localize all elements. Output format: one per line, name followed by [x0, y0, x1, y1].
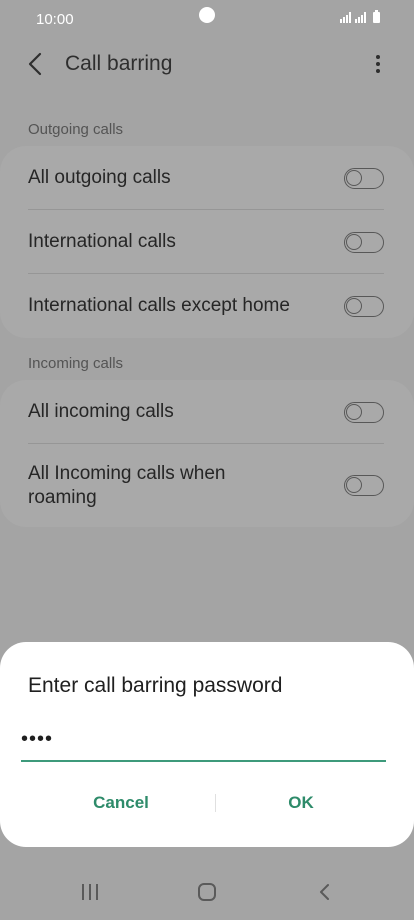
row-international-except-home[interactable]: International calls except home — [0, 274, 414, 338]
toggle-international[interactable] — [344, 231, 384, 253]
chevron-left-icon — [28, 52, 42, 76]
camera-cutout — [199, 7, 215, 23]
row-incoming-roaming[interactable]: All Incoming calls when roaming — [0, 444, 414, 527]
nav-back-icon[interactable] — [315, 882, 335, 902]
toggle-all-outgoing[interactable] — [344, 167, 384, 189]
toggle-knob — [346, 403, 362, 420]
status-icons — [340, 10, 380, 23]
status-bar: 10:00 — [0, 0, 414, 40]
row-all-incoming[interactable]: All incoming calls — [0, 380, 414, 444]
row-label: All Incoming calls when roaming — [28, 462, 226, 508]
toggle-all-incoming[interactable] — [344, 401, 384, 423]
signal-icon — [340, 12, 351, 23]
ok-button[interactable]: OK — [211, 790, 391, 816]
password-dialog: Enter call barring password •••• Cancel … — [0, 642, 414, 847]
status-time: 10:00 — [36, 11, 74, 28]
navigation-bar — [0, 866, 414, 920]
page-title: Call barring — [65, 52, 173, 75]
recents-icon[interactable] — [82, 884, 98, 900]
password-input[interactable]: •••• — [21, 728, 386, 762]
toggle-international-except-home[interactable] — [344, 295, 384, 317]
toggle-incoming-roaming[interactable] — [344, 475, 384, 496]
incoming-card: All incoming calls All Incoming calls wh… — [0, 380, 414, 527]
more-vertical-icon — [376, 55, 380, 73]
signal-icon-2 — [355, 12, 366, 23]
row-label: International calls — [28, 231, 176, 252]
toggle-knob — [346, 477, 362, 493]
row-all-outgoing[interactable]: All outgoing calls — [0, 146, 414, 210]
cancel-button[interactable]: Cancel — [31, 790, 211, 816]
dialog-title: Enter call barring password — [28, 674, 283, 697]
outgoing-card: All outgoing calls International calls I… — [0, 146, 414, 338]
dialog-buttons: Cancel OK — [0, 790, 414, 820]
section-header-incoming: Incoming calls — [28, 355, 124, 372]
section-header-outgoing: Outgoing calls — [28, 121, 124, 138]
row-label: All outgoing calls — [28, 167, 171, 188]
row-international[interactable]: International calls — [0, 210, 414, 274]
more-options-button[interactable] — [368, 52, 388, 78]
toggle-knob — [346, 233, 362, 250]
row-label: All incoming calls — [28, 401, 174, 422]
toggle-knob — [346, 169, 362, 186]
home-icon[interactable] — [198, 883, 216, 901]
battery-icon — [373, 10, 380, 23]
app-bar: Call barring — [0, 40, 414, 90]
back-button[interactable] — [22, 50, 50, 78]
row-label: International calls except home — [28, 295, 290, 316]
toggle-knob — [346, 297, 362, 314]
